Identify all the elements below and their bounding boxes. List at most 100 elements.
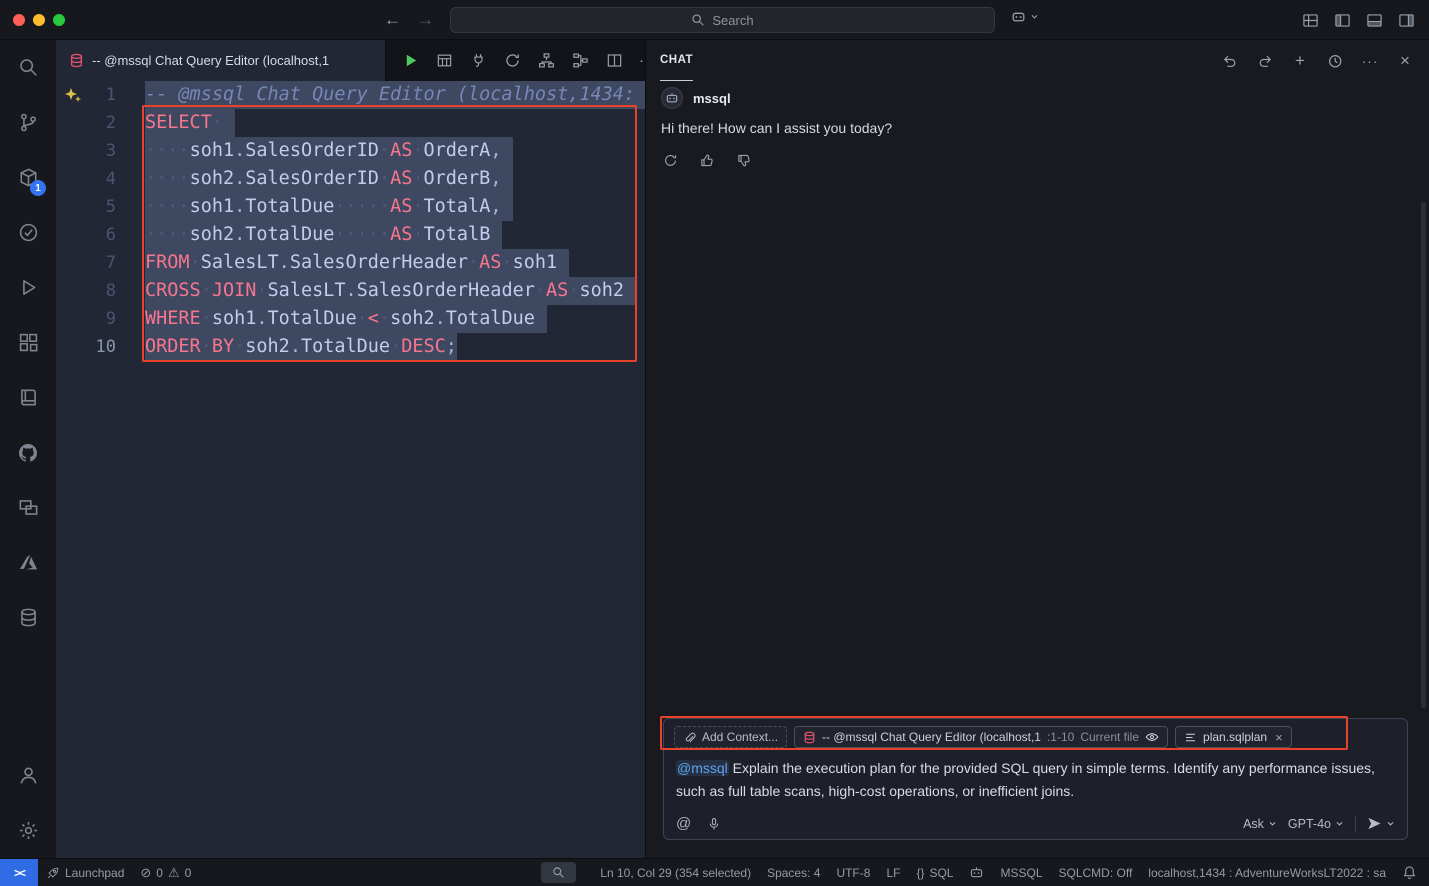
remote-indicator[interactable]: >< xyxy=(0,859,38,886)
editor-tab[interactable]: -- @mssql Chat Query Editor (localhost,1 xyxy=(56,40,386,81)
thumbs-up-button[interactable] xyxy=(698,151,716,169)
chat-input-container: Add Context... -- @mssql Chat Query Edit… xyxy=(663,718,1408,840)
line-number[interactable]: 1 xyxy=(56,81,145,109)
mode-dropdown[interactable]: Ask xyxy=(1243,817,1277,831)
line-number[interactable]: 9 xyxy=(56,305,145,333)
change-connection-button[interactable] xyxy=(502,51,522,71)
toggle-sidebar-left-icon[interactable] xyxy=(1334,12,1351,29)
split-editor-button[interactable] xyxy=(604,51,624,71)
command-center-search[interactable]: Search xyxy=(450,7,995,33)
code-line[interactable]: -- @mssql Chat Query Editor (localhost,1… xyxy=(145,81,645,109)
new-chat-button[interactable]: + xyxy=(1290,51,1310,71)
activity-github[interactable] xyxy=(4,425,52,480)
code-line[interactable]: CROSS·JOIN·SalesLT.SalesOrderHeader·AS·s… xyxy=(145,277,645,305)
results-grid-button[interactable] xyxy=(434,51,454,71)
scrollbar[interactable] xyxy=(1421,202,1426,708)
code-line[interactable]: ····soh2.SalesOrderID·AS·OrderB, xyxy=(145,165,645,193)
chevron-down-icon xyxy=(1030,12,1039,21)
context-plan-label: plan.sqlplan xyxy=(1203,730,1267,744)
eol-item[interactable]: LF xyxy=(878,859,908,886)
activity-sql-tools[interactable] xyxy=(4,590,52,645)
close-window-button[interactable] xyxy=(13,14,25,26)
run-query-button[interactable] xyxy=(400,51,420,71)
copilot-status-item[interactable] xyxy=(961,859,992,886)
eye-icon[interactable] xyxy=(1145,730,1159,744)
language-item[interactable]: {} SQL xyxy=(908,859,961,886)
copilot-menu-button[interactable] xyxy=(1010,8,1039,25)
code-line[interactable]: WHERE·soh1.TotalDue·<·soh2.TotalDue xyxy=(145,305,645,333)
line-number[interactable]: 8 xyxy=(56,277,145,305)
thumbs-down-button[interactable] xyxy=(735,151,753,169)
launchpad-item[interactable]: Launchpad xyxy=(38,859,132,886)
activity-book[interactable] xyxy=(4,370,52,425)
line-number[interactable]: 5 xyxy=(56,193,145,221)
code-token: · xyxy=(412,168,423,189)
forward-arrow-icon[interactable]: → xyxy=(417,10,434,30)
line-number[interactable]: 6 xyxy=(56,221,145,249)
minimize-window-button[interactable] xyxy=(33,14,45,26)
problems-item[interactable]: ⊘ 0 ⚠ 0 xyxy=(132,859,199,886)
back-arrow-icon[interactable]: ← xyxy=(384,10,401,30)
activity-testing[interactable] xyxy=(4,205,52,260)
line-number[interactable]: 4 xyxy=(56,165,145,193)
retry-button[interactable] xyxy=(661,151,679,169)
cursor-position-item[interactable]: Ln 10, Col 29 (354 selected) xyxy=(592,859,759,886)
context-chip-plan[interactable]: plan.sqlplan × xyxy=(1175,726,1292,748)
code-line[interactable]: ····soh1.TotalDue·····AS·TotalA, xyxy=(145,193,645,221)
close-icon[interactable]: × xyxy=(1275,730,1283,745)
activity-azure[interactable] xyxy=(4,535,52,590)
code-area[interactable]: -- @mssql Chat Query Editor (localhost,1… xyxy=(145,81,645,858)
code-editor[interactable]: 12345678910 -- @mssql Chat Query Editor … xyxy=(56,81,645,858)
disconnect-button[interactable] xyxy=(468,51,488,71)
code-line[interactable]: SELECT· xyxy=(145,109,645,137)
activity-extensions[interactable] xyxy=(4,315,52,370)
tab-chat[interactable]: CHAT xyxy=(660,40,693,81)
code-token: TotalDue xyxy=(245,224,334,245)
activity-run-debug[interactable] xyxy=(4,260,52,315)
line-number[interactable]: 10 xyxy=(56,333,145,361)
selection-highlight: SELECT· xyxy=(145,109,235,137)
code-line[interactable]: ····soh2.TotalDue·····AS·TotalB xyxy=(145,221,645,249)
connection-item[interactable]: localhost,1434 : AdventureWorksLT2022 : … xyxy=(1140,859,1394,886)
line-number[interactable]: 2 xyxy=(56,109,145,137)
sqlcmd-item[interactable]: SQLCMD: Off xyxy=(1051,859,1141,886)
maximize-window-button[interactable] xyxy=(53,14,65,26)
mssql-item[interactable]: MSSQL xyxy=(992,859,1050,886)
close-panel-button[interactable]: × xyxy=(1395,51,1415,71)
code-line[interactable]: ORDER·BY·soh2.TotalDue·DESC; xyxy=(145,333,645,361)
activity-source-control[interactable] xyxy=(4,95,52,150)
code-line[interactable]: ····soh1.SalesOrderID·AS·OrderA, xyxy=(145,137,645,165)
undo-button[interactable] xyxy=(1220,51,1240,71)
history-button[interactable] xyxy=(1325,51,1345,71)
code-line[interactable]: FROM·SalesLT.SalesOrderHeader·AS·soh1 xyxy=(145,249,645,277)
chat-input[interactable]: @mssql Explain the execution plan for th… xyxy=(674,757,1397,803)
toggle-sidebar-right-icon[interactable] xyxy=(1398,12,1415,29)
indentation-item[interactable]: Spaces: 4 xyxy=(759,859,828,886)
context-chip-file[interactable]: -- @mssql Chat Query Editor (localhost,1… xyxy=(794,726,1168,748)
activity-package[interactable]: 1 xyxy=(4,150,52,205)
code-token: -- @mssql Chat Query Editor (localhost,1… xyxy=(145,84,635,105)
activity-remote-windows[interactable] xyxy=(4,480,52,535)
grid-icon xyxy=(436,52,453,69)
mic-button[interactable] xyxy=(707,817,721,831)
estimated-plan-button[interactable] xyxy=(536,51,556,71)
zoom-search-item[interactable] xyxy=(541,862,576,883)
chat-conversation: mssql Hi there! How can I assist you tod… xyxy=(646,81,1429,175)
query-plan-button[interactable] xyxy=(570,51,590,71)
notifications-item[interactable] xyxy=(1394,859,1429,886)
line-number[interactable]: 7 xyxy=(56,249,145,277)
model-dropdown[interactable]: GPT-4o xyxy=(1288,817,1344,831)
send-button[interactable] xyxy=(1367,816,1395,831)
toggle-panel-icon[interactable] xyxy=(1366,12,1383,29)
thumbs-down-icon xyxy=(737,153,752,168)
redo-button[interactable] xyxy=(1255,51,1275,71)
activity-settings[interactable] xyxy=(4,803,52,858)
more-button[interactable]: ··· xyxy=(1360,51,1380,71)
activity-search[interactable] xyxy=(4,40,52,95)
mention-button[interactable]: @ xyxy=(676,815,691,832)
add-context-button[interactable]: Add Context... xyxy=(674,726,787,748)
activity-account[interactable] xyxy=(4,748,52,803)
line-number[interactable]: 3 xyxy=(56,137,145,165)
encoding-item[interactable]: UTF-8 xyxy=(828,859,878,886)
customize-layout-icon[interactable] xyxy=(1302,12,1319,29)
